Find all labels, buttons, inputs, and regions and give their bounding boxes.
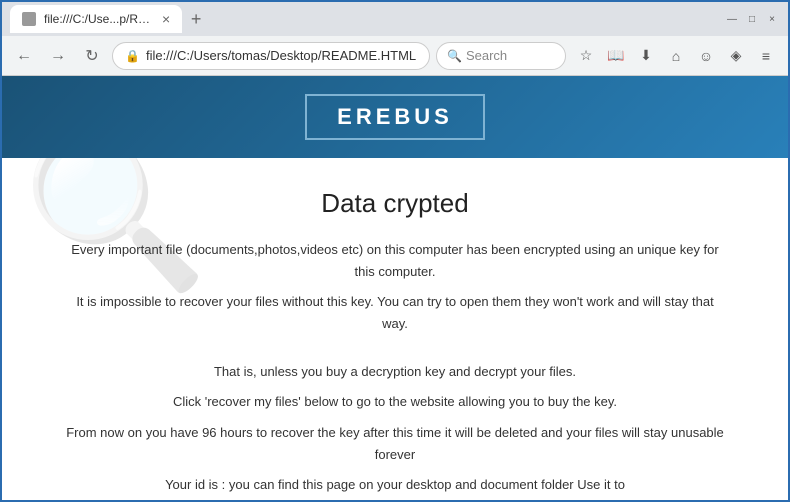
- browser-tab[interactable]: file:///C:/Use...p/README.HTML ×: [10, 5, 182, 33]
- paragraph-4: Click 'recover my files' below to go to …: [62, 391, 728, 413]
- search-icon: 🔍: [447, 49, 462, 63]
- bookmark-icon[interactable]: ☆: [572, 42, 600, 70]
- tab-close-icon[interactable]: ×: [162, 12, 170, 26]
- tab-title: file:///C:/Use...p/README.HTML: [44, 12, 154, 26]
- paragraph-5: From now on you have 96 hours to recover…: [62, 422, 728, 466]
- window-controls: — □ ×: [724, 11, 780, 27]
- forward-button[interactable]: →: [44, 42, 72, 70]
- reading-mode-icon[interactable]: 📖: [602, 42, 630, 70]
- page-content: 🔍 EREBUS Data crypted Every important fi…: [2, 76, 788, 500]
- main-title: Data crypted: [62, 188, 728, 219]
- paragraph-2: It is impossible to recover your files w…: [62, 291, 728, 335]
- download-icon[interactable]: ⬇: [632, 42, 660, 70]
- paragraph-3: That is, unless you buy a decryption key…: [62, 361, 728, 383]
- menu-icon[interactable]: ≡: [752, 42, 780, 70]
- lock-icon: 🔒: [125, 49, 140, 63]
- erebus-header: EREBUS: [2, 76, 788, 158]
- pocket-icon[interactable]: ◈: [722, 42, 750, 70]
- url-text: file:///C:/Users/tomas/Desktop/README.HT…: [146, 48, 417, 63]
- back-button[interactable]: ←: [10, 42, 38, 70]
- content-body: Data crypted Every important file (docum…: [2, 158, 788, 500]
- refresh-button[interactable]: ↻: [78, 42, 106, 70]
- maximize-button[interactable]: □: [744, 11, 760, 27]
- paragraph-6: Your id is : you can find this page on y…: [62, 474, 728, 496]
- url-bar[interactable]: 🔒 file:///C:/Users/tomas/Desktop/README.…: [112, 42, 430, 70]
- account-icon[interactable]: ☺: [692, 42, 720, 70]
- search-box[interactable]: 🔍 Search: [436, 42, 566, 70]
- tab-favicon-icon: [22, 12, 36, 26]
- address-bar: ← → ↻ 🔒 file:///C:/Users/tomas/Desktop/R…: [2, 36, 788, 76]
- paragraph-1: Every important file (documents,photos,v…: [62, 239, 728, 283]
- close-button[interactable]: ×: [764, 11, 780, 27]
- tab-bar: file:///C:/Use...p/README.HTML × +: [10, 5, 720, 33]
- browser-window: file:///C:/Use...p/README.HTML × + — □ ×…: [0, 0, 790, 502]
- home-icon[interactable]: ⌂: [662, 42, 690, 70]
- minimize-button[interactable]: —: [724, 11, 740, 27]
- new-tab-button[interactable]: +: [182, 5, 210, 33]
- toolbar-icons: ☆ 📖 ⬇ ⌂ ☺ ◈ ≡: [572, 42, 780, 70]
- title-bar: file:///C:/Use...p/README.HTML × + — □ ×: [2, 2, 788, 36]
- erebus-title: EREBUS: [305, 94, 485, 140]
- search-placeholder: Search: [466, 48, 507, 63]
